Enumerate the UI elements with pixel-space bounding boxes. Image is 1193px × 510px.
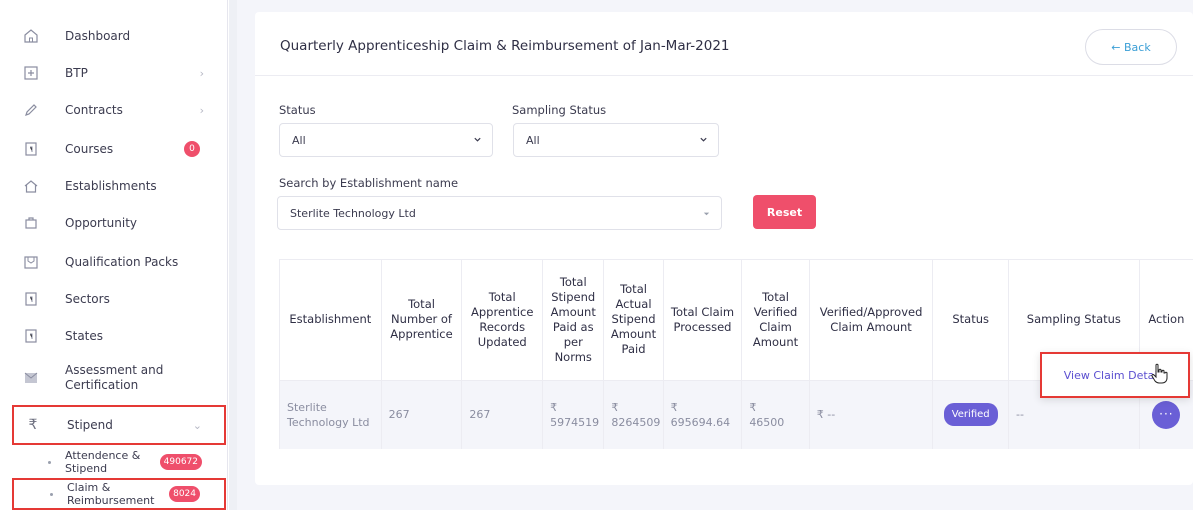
column-header: Total Apprentice Records Updated [461, 260, 544, 381]
cell-verified-claim: ₹ 46500 [741, 380, 810, 449]
page-title: Quarterly Apprenticeship Claim & Reimbur… [280, 38, 730, 54]
claim-card: Quarterly Apprenticeship Claim & Reimbur… [255, 12, 1193, 485]
rupee-symbol: ₹ [611, 400, 619, 414]
stipend-norms-value: 5974519 [550, 415, 600, 429]
sidebar-item-establishments[interactable]: Establishments [12, 169, 226, 203]
sidebar-item-dashboard[interactable]: Dashboard [12, 19, 226, 53]
sidebar-item-label: Opportunity [65, 215, 138, 230]
reset-button[interactable]: Reset [753, 195, 816, 229]
plus-box-icon [23, 65, 39, 81]
cell-establishment: Sterlite Technology Ltd [280, 380, 382, 449]
establishment-search-select[interactable]: Sterlite Technology Ltd [277, 196, 722, 230]
home-icon [23, 28, 39, 44]
bullet-icon [48, 460, 51, 464]
sidebar-item-label: Dashboard [65, 28, 131, 43]
claim-processed-value: 695694.64 [670, 415, 731, 429]
sidebar-item-courses[interactable]: Courses 0 [12, 132, 226, 166]
sidebar-item-opportunity[interactable]: Opportunity [12, 206, 226, 240]
establishment-search-value: Sterlite Technology Ltd [290, 206, 416, 220]
cell-total-apprentice: 267 [381, 380, 463, 449]
document-icon [23, 141, 39, 157]
bullet-icon [50, 492, 53, 496]
chevron-right-icon: › [199, 66, 204, 80]
column-header: Total Stipend Amount Paid as per Norms [542, 260, 605, 381]
rupee-icon: ₹ [28, 417, 38, 433]
verified-claim-value: 46500 [749, 415, 785, 429]
sampling-select-value: All [526, 133, 540, 147]
caret-down-icon [703, 212, 710, 216]
column-header: Total Actual Stipend Amount Paid [603, 260, 664, 381]
status-filter-label: Status [279, 103, 316, 117]
cell-stipend-norms: ₹ 5974519 [542, 380, 605, 449]
actual-stipend-value: 8264509 [611, 415, 661, 429]
sidebar-item-label: Qualification Packs [65, 254, 179, 269]
sidebar-item-states[interactable]: States [12, 319, 226, 353]
sidebar-item-assessment[interactable]: Assessment and Certification [12, 358, 226, 398]
package-icon [23, 254, 39, 270]
cell-approved-amount: ₹ -- [809, 380, 934, 449]
sidebar-item-qualification-packs[interactable]: Qualification Packs [12, 245, 226, 279]
sidebar-item-label: Sectors [65, 291, 110, 306]
courses-count-badge: 0 [184, 141, 200, 157]
sampling-filter-label: Sampling Status [512, 103, 607, 117]
sidebar-item-label: Contracts [65, 102, 123, 117]
sidebar-subitem-attendance-stipend[interactable]: Attendence & Stipend 490672 [12, 447, 226, 477]
sidebar-subitem-claim-reimbursement[interactable]: Claim & Reimbursement 8024 [12, 478, 226, 510]
document-icon [23, 328, 39, 344]
sidebar-item-label: Assessment and Certification [65, 363, 164, 392]
rupee-symbol: ₹ [550, 400, 558, 414]
sidebar-item-label: BTP [65, 65, 88, 80]
column-header: Verified/Approved Claim Amount [809, 260, 934, 381]
column-header: Total Number of Apprentice [381, 260, 463, 381]
home-outline-icon [23, 178, 39, 194]
sidebar-item-sectors[interactable]: Sectors [12, 282, 226, 316]
column-header: Status [932, 260, 1009, 381]
sidebar-subitem-label: Attendence & Stipend [65, 449, 141, 475]
status-select-value: All [292, 133, 306, 147]
attendance-count-badge: 490672 [159, 454, 202, 470]
cell-records-updated: 267 [461, 380, 544, 449]
cell-status: Verified [932, 380, 1009, 449]
column-header: Establishment [280, 260, 382, 381]
chevron-right-icon: › [199, 103, 204, 117]
sidebar-item-btp[interactable]: BTP › [12, 56, 226, 90]
sidebar-item-contracts[interactable]: Contracts › [12, 93, 226, 127]
card-header: Quarterly Apprenticeship Claim & Reimbur… [255, 12, 1193, 76]
status-badge: Verified [943, 403, 998, 427]
chevron-down-icon: ⌄ [192, 418, 202, 432]
claim-count-badge: 8024 [169, 486, 200, 502]
status-select[interactable]: All [279, 123, 493, 157]
document-icon [23, 291, 39, 307]
column-header: Total Verified Claim Amount [741, 260, 810, 381]
briefcase-icon [23, 215, 39, 231]
sampling-status-select[interactable]: All [513, 123, 719, 157]
sidebar: Dashboard BTP › Contracts › Courses 0 Es… [0, 0, 228, 510]
sidebar-scrollbar[interactable] [229, 0, 237, 510]
row-action-menu-button[interactable]: ··· [1152, 400, 1181, 429]
cell-actual-stipend: ₹ 8264509 [603, 380, 664, 449]
sidebar-item-label: Establishments [65, 178, 157, 193]
pen-icon [23, 102, 39, 118]
sidebar-item-label: Stipend [67, 417, 113, 432]
chevron-down-icon [700, 137, 707, 142]
cell-claim-processed: ₹ 695694.64 [663, 380, 743, 449]
column-header: Total Claim Processed [663, 260, 743, 381]
rupee-symbol: ₹ [749, 400, 757, 414]
chevron-down-icon [474, 137, 481, 142]
back-button[interactable]: ← Back [1085, 29, 1177, 65]
rupee-symbol: ₹ [670, 400, 678, 414]
search-establishment-label: Search by Establishment name [279, 176, 459, 190]
certificate-icon [23, 370, 39, 386]
sidebar-subitem-label: Claim & Reimbursement [67, 481, 155, 507]
sidebar-item-stipend[interactable]: ₹ Stipend ⌄ [12, 405, 226, 445]
sidebar-item-label: States [65, 328, 104, 343]
hand-cursor-icon [1151, 363, 1168, 384]
sidebar-item-label: Courses [65, 141, 114, 156]
